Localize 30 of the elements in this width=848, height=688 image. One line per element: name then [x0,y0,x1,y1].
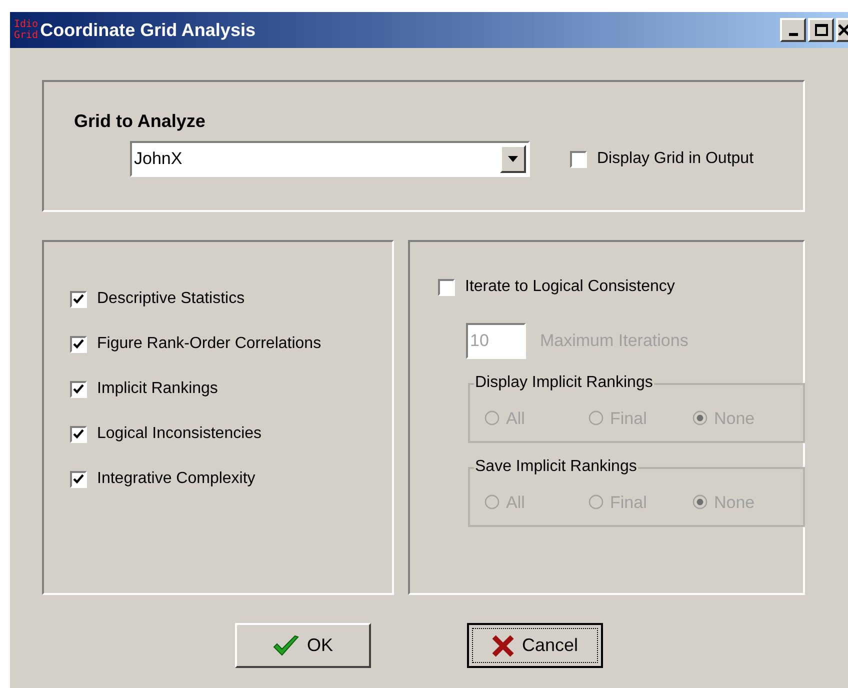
checkbox-label: Integrative Complexity [97,469,256,489]
check-icon [73,339,84,349]
ok-button[interactable]: OK [235,623,371,668]
grid-dropdown[interactable]: JohnX [130,141,530,177]
checkbox[interactable] [70,470,87,488]
check-icon [73,294,84,304]
checkbox-label: Implicit Rankings [97,379,218,399]
checkbox[interactable] [70,290,87,308]
checkbox-label: Descriptive Statistics [97,289,245,309]
checkbox[interactable] [70,336,87,352]
cancel-button[interactable]: Cancel [467,623,603,668]
checkbox[interactable] [70,426,87,442]
checkbox[interactable] [570,150,587,168]
x-mark-icon [492,634,514,656]
window-title: Coordinate Grid Analysis [40,18,256,42]
checkbox-label: Figure Rank-Order Correlations [97,334,322,354]
checkbox[interactable] [70,380,87,398]
app-logo: Idio Grid [14,19,38,41]
checkbox-label: Logical Inconsistencies [97,424,262,444]
grid-label: Grid to Analyze [74,110,206,133]
checkbox[interactable] [438,278,455,296]
maximize-icon[interactable] [808,18,834,42]
close-icon[interactable] [836,18,848,42]
checkbox-label: Iterate to Logical Consistency [465,277,675,297]
checkbox-label: Display Grid in Output [597,149,754,169]
checkmark-icon [272,634,299,656]
check-icon [73,384,84,394]
check-icon [73,474,84,484]
check-icon [73,429,84,439]
minimize-icon[interactable] [780,18,806,42]
